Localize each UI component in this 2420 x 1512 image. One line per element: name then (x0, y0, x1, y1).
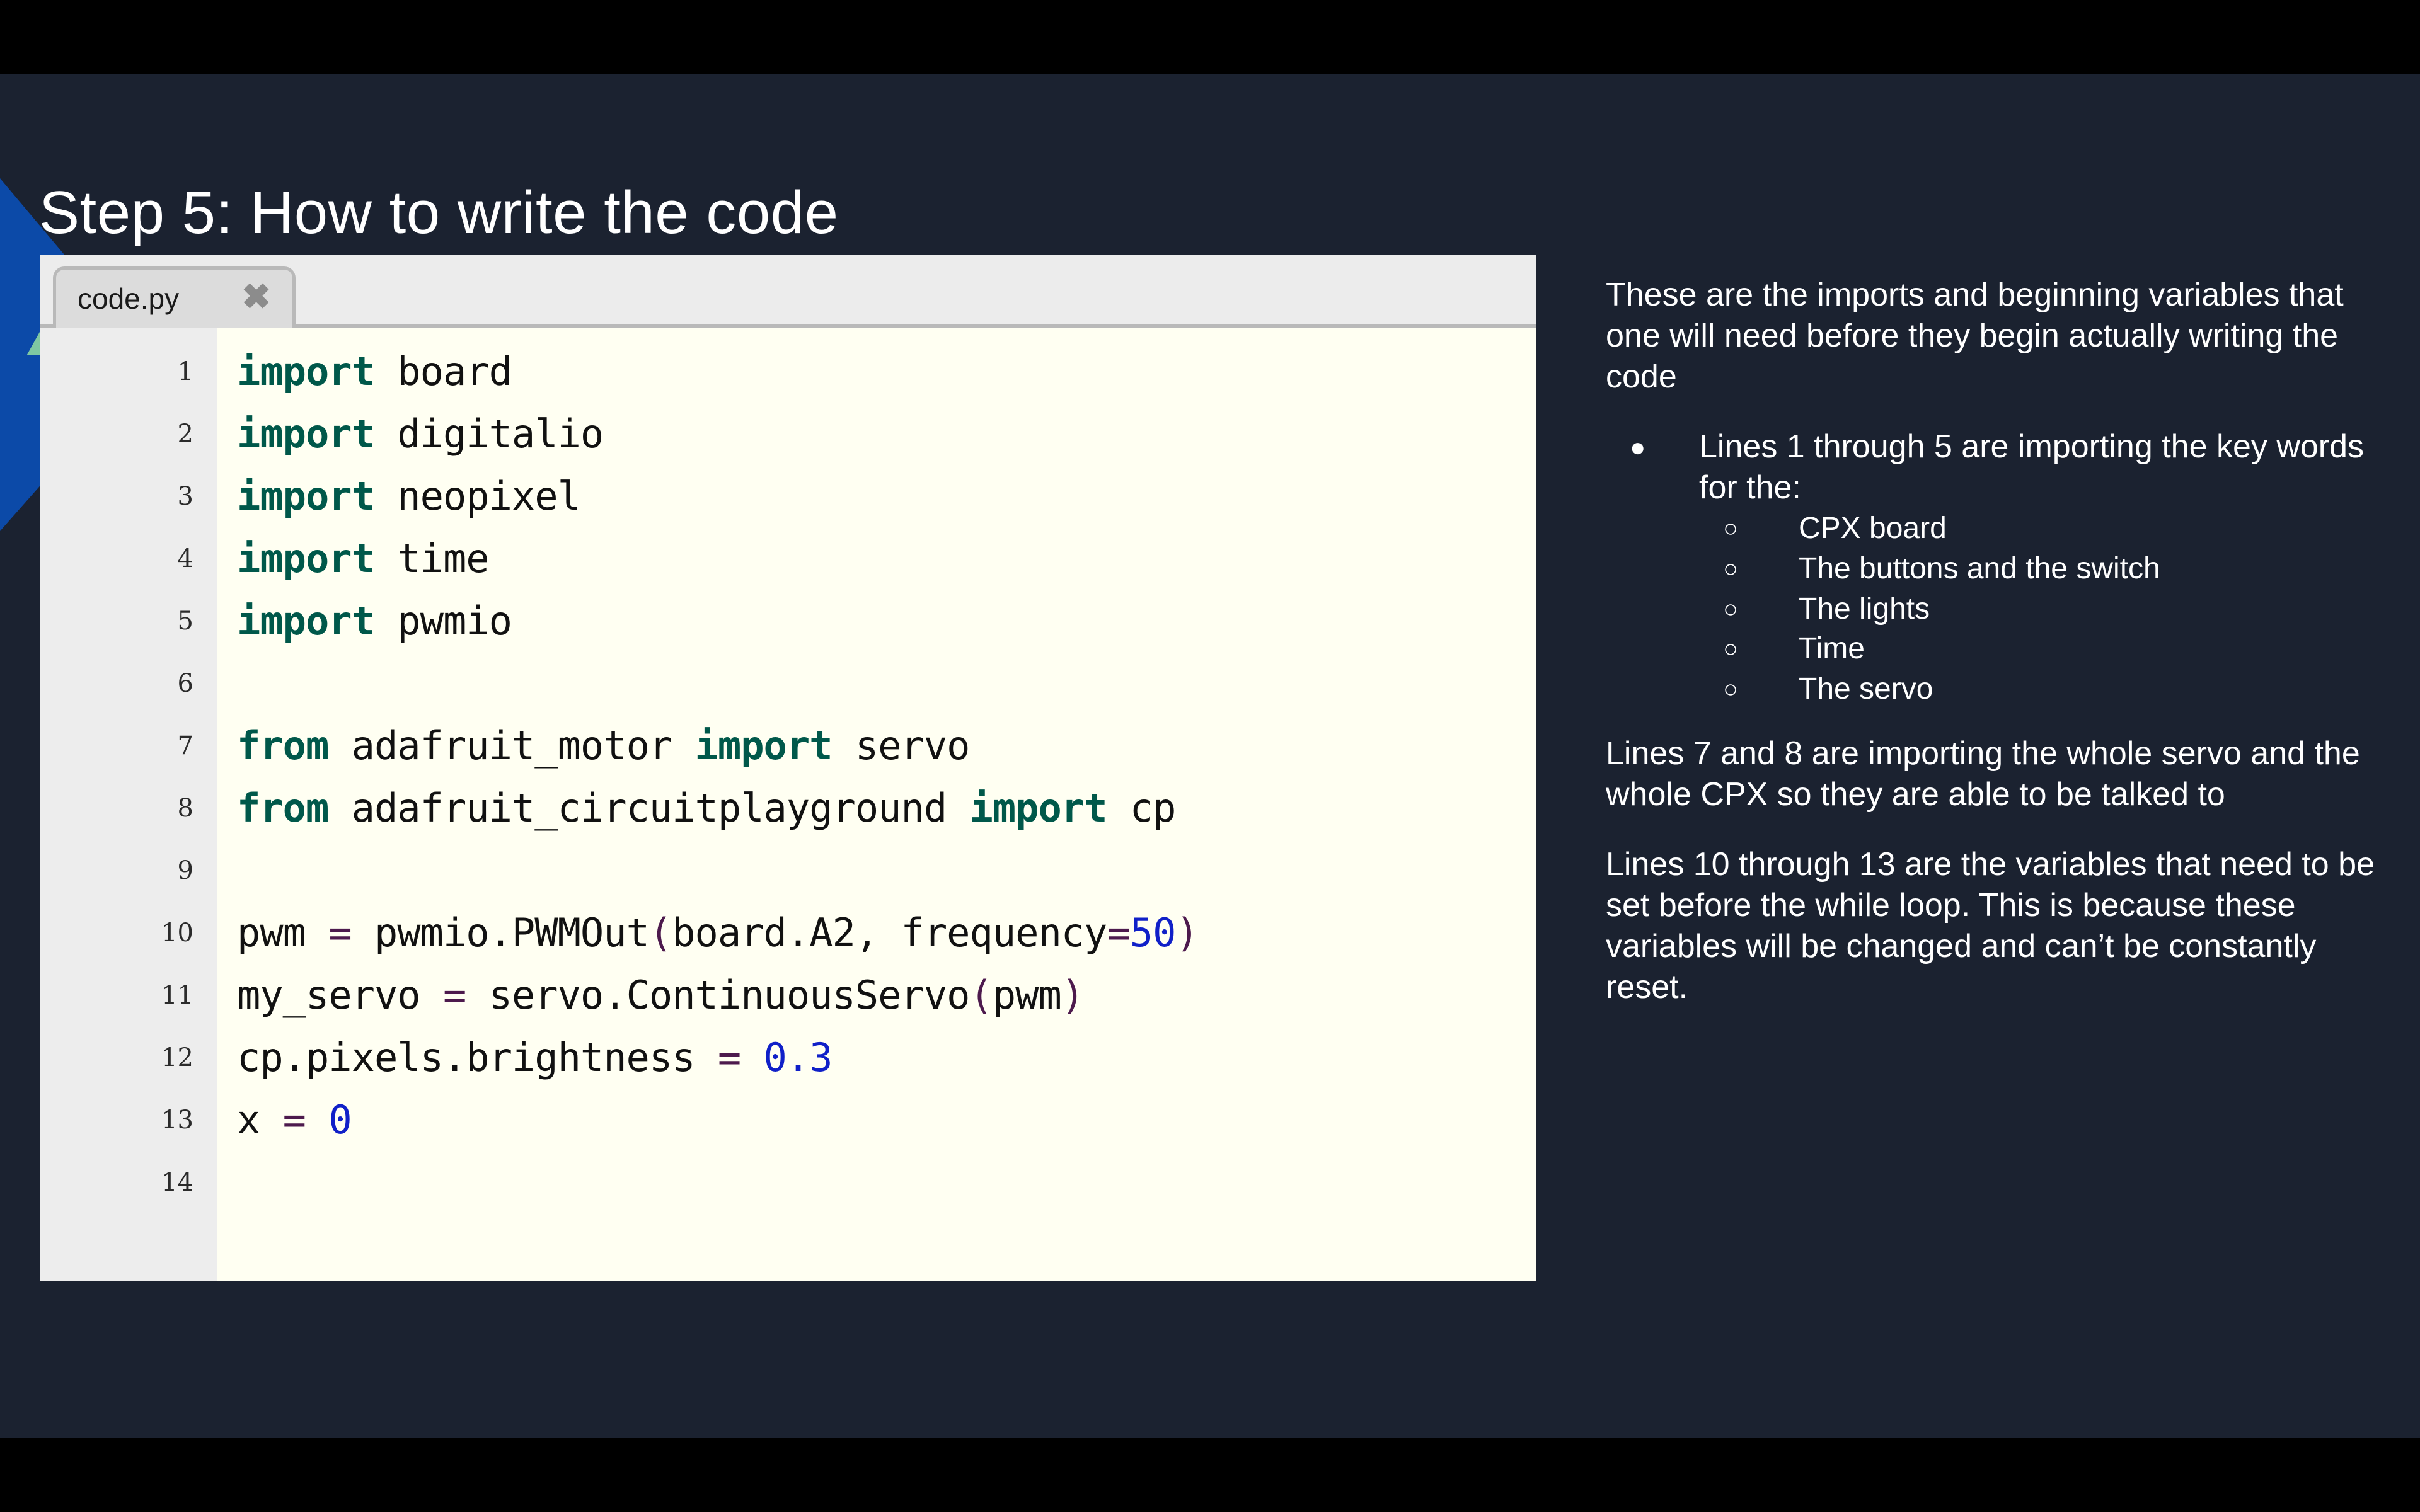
notes-sub-bullet-item: ○ The buttons and the switch (1699, 549, 2387, 589)
notes-paragraph-2: Lines 7 and 8 are importing the whole se… (1606, 735, 2360, 813)
sub-bullet-icon: ○ (1723, 595, 1739, 623)
sub-bullet-icon: ○ (1723, 675, 1739, 704)
line-number: 3 (177, 481, 193, 511)
code-line-text: import digitalio (237, 411, 604, 457)
code-line: 6 (40, 652, 1536, 714)
notes-paragraph-3: Lines 10 through 13 are the variables th… (1606, 846, 2375, 1006)
notes-bullet-list: ● Lines 1 through 5 are importing the key… (1606, 427, 2387, 709)
notes-sub-bullet-item: ○ The lights (1699, 589, 2387, 629)
code-line: 3 import neopixel (40, 465, 1536, 527)
code-editor-panel: code.py ✖ 1 import board 2 import digitalio… (40, 255, 1536, 1281)
code-line-text: import neopixel (237, 473, 581, 519)
code-line: 8 from adafruit_circuitplayground import … (40, 777, 1536, 839)
sub-bullet-icon: ○ (1723, 515, 1739, 542)
explanation-notes: These are the imports and beginning vari… (1606, 275, 2387, 1037)
code-line: 4 import time (40, 527, 1536, 590)
editor-tab-label: code.py (78, 282, 180, 315)
editor-tab-bar: code.py ✖ (40, 255, 1536, 328)
notes-sub-bullet-list: ○ CPX board ○ The buttons and the switch ○ Th… (1699, 508, 2387, 709)
notes-bullet-text: Lines 1 through 5 are importing the key … (1699, 428, 2365, 506)
code-line-text: from adafruit_circuitplayground import c… (237, 785, 1176, 831)
code-line-text: import board (237, 348, 512, 394)
line-number: 7 (177, 731, 193, 760)
code-line: 9 (40, 839, 1536, 902)
code-line: 11 my_servo = servo.ContinuousServo(pwm) (40, 964, 1536, 1026)
close-icon[interactable]: ✖ (241, 279, 271, 314)
code-line: 12 cp.pixels.brightness = 0.3 (40, 1026, 1536, 1089)
line-number: 1 (177, 357, 193, 386)
code-line-text: import time (237, 536, 490, 581)
sub-bullet-icon: ○ (1723, 554, 1739, 583)
code-line: 7 from adafruit_motor import servo (40, 714, 1536, 777)
line-number: 4 (177, 544, 193, 573)
line-number: 9 (177, 856, 193, 885)
line-number: 2 (177, 419, 193, 449)
code-line: 1 import board (40, 340, 1536, 403)
editor-tab-code-py[interactable]: code.py ✖ (53, 266, 296, 328)
notes-sub-bullet-text: The servo (1799, 672, 1933, 706)
line-number: 13 (161, 1105, 193, 1135)
notes-sub-bullet-item: ○ Time (1699, 629, 2387, 669)
line-number: 12 (161, 1043, 193, 1072)
notes-sub-bullet-text: Time (1799, 632, 1865, 666)
code-line: 5 import pwmio (40, 590, 1536, 652)
notes-bullet-item: ● Lines 1 through 5 are importing the key… (1606, 427, 2387, 709)
notes-sub-bullet-text: The buttons and the switch (1799, 551, 2160, 585)
screen: Step 5: How to write the code code.py ✖ … (0, 0, 2420, 1512)
notes-sub-bullet-text: The lights (1799, 592, 1930, 626)
code-line-text: import pwmio (237, 598, 512, 644)
line-number: 10 (161, 918, 193, 948)
page-title: Step 5: How to write the code (39, 179, 839, 246)
bullet-icon: ● (1630, 432, 1646, 462)
line-number: 5 (177, 606, 193, 636)
presentation-slide: Step 5: How to write the code code.py ✖ … (0, 74, 2420, 1438)
code-text-area[interactable]: 1 import board 2 import digitalio 3 import ne… (40, 328, 1536, 1281)
line-number: 11 (161, 980, 193, 1010)
code-line-text: cp.pixels.brightness = 0.3 (237, 1034, 833, 1080)
line-number: 6 (177, 668, 193, 698)
sub-bullet-icon: ○ (1723, 635, 1739, 663)
notes-sub-bullet-item: ○ CPX board (1699, 508, 2387, 549)
code-line-text: from adafruit_motor import servo (237, 723, 970, 769)
notes-intro-paragraph: These are the imports and beginning vari… (1606, 277, 2344, 395)
code-line: 10 pwm = pwmio.PWMOut(board.A2, frequency… (40, 902, 1536, 964)
notes-sub-bullet-text: CPX board (1799, 512, 1947, 545)
code-line: 2 import digitalio (40, 403, 1536, 465)
code-line: 14 (40, 1151, 1536, 1213)
line-number: 14 (161, 1167, 193, 1197)
code-line-text: x = 0 (237, 1097, 352, 1143)
code-line: 13 x = 0 (40, 1089, 1536, 1151)
code-line-text: my_servo = servo.ContinuousServo(pwm) (237, 972, 1085, 1018)
notes-sub-bullet-item: ○ The servo (1699, 669, 2387, 709)
code-line-text: pwm = pwmio.PWMOut(board.A2, frequency=5… (237, 910, 1199, 956)
line-number: 8 (177, 793, 193, 823)
code-lines: 1 import board 2 import digitalio 3 import ne… (40, 328, 1536, 1281)
